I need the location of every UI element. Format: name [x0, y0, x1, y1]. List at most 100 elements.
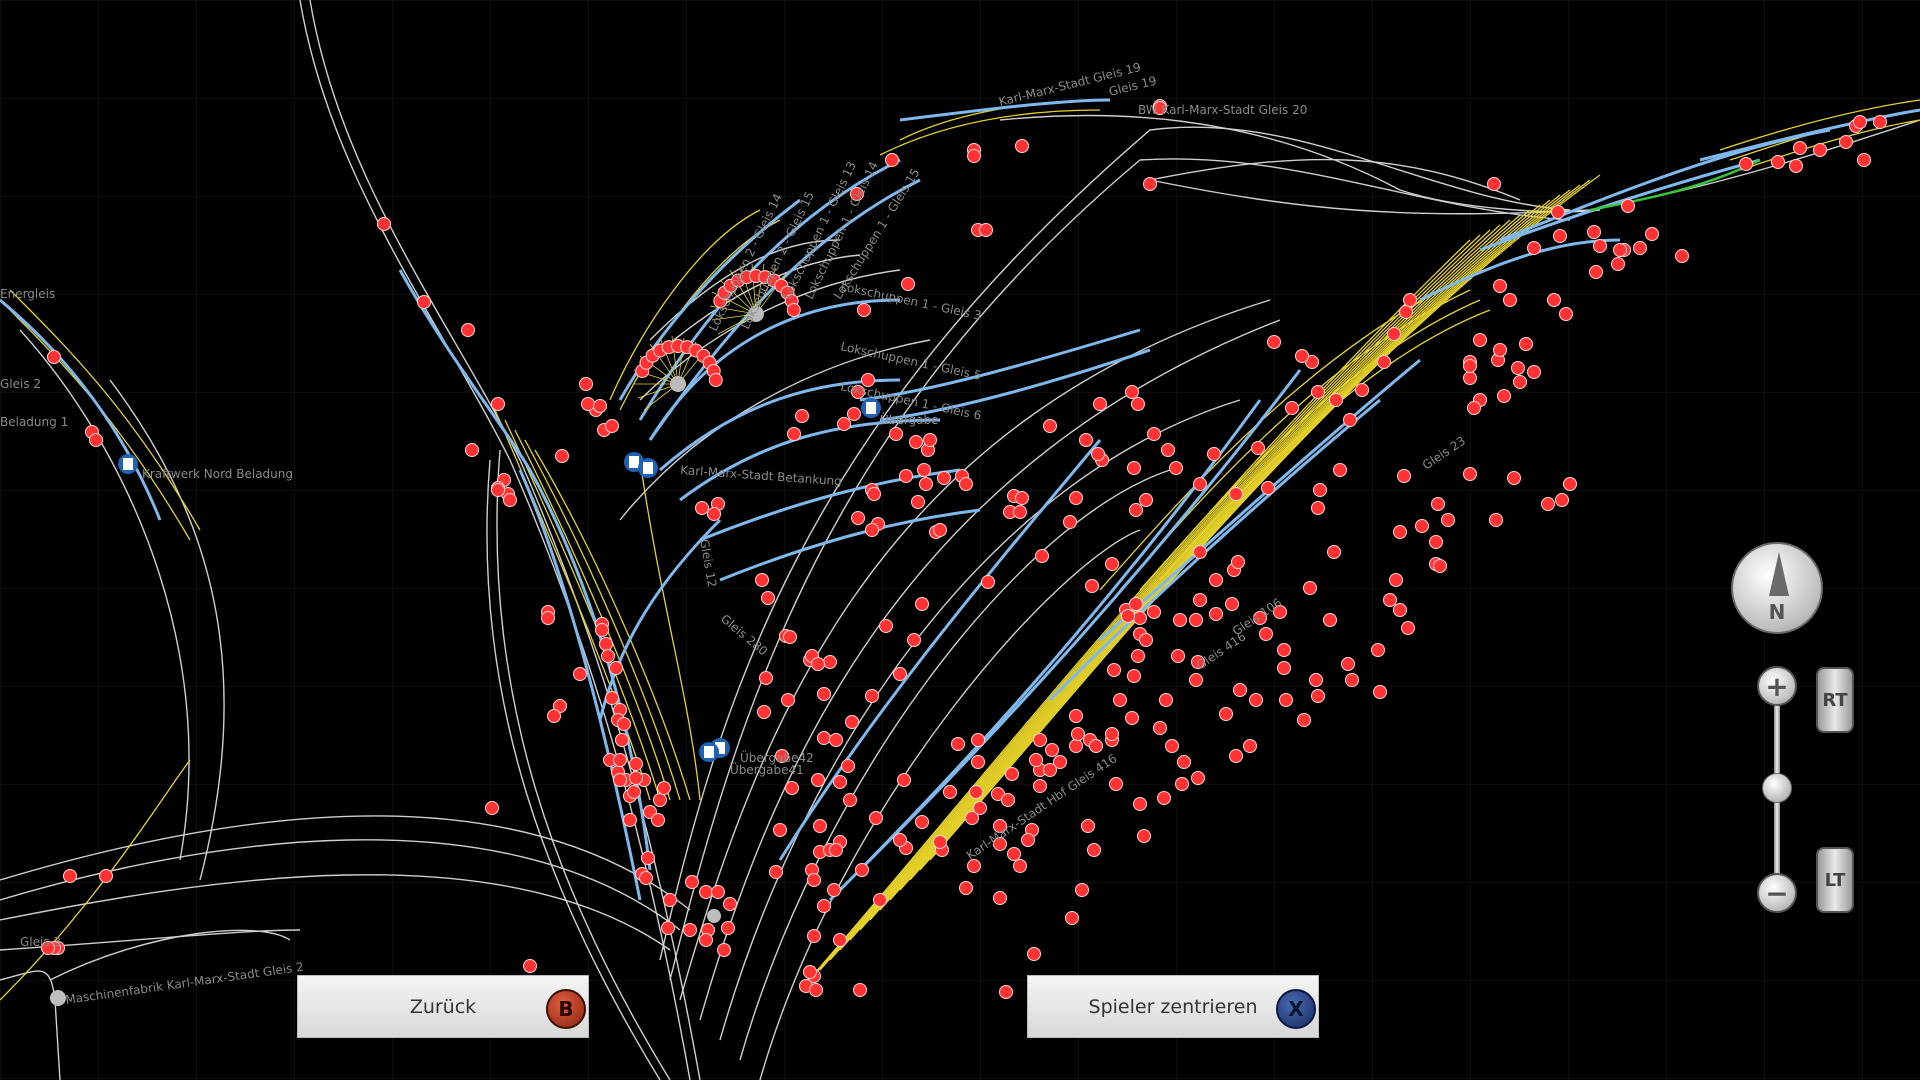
switch-marker — [707, 909, 721, 923]
signal-marker — [1143, 177, 1157, 191]
station-icon[interactable] — [638, 458, 658, 478]
signal-marker — [1295, 349, 1309, 363]
signal-marker — [909, 435, 923, 449]
signal-marker — [1589, 265, 1603, 279]
signal-marker — [1473, 333, 1487, 347]
signal-marker — [1279, 693, 1293, 707]
signal-marker — [1033, 733, 1047, 747]
signal-marker — [1175, 777, 1189, 791]
signal-marker — [993, 891, 1007, 905]
signal-marker — [1397, 469, 1411, 483]
signal-marker — [1487, 177, 1501, 191]
signal-marker — [915, 597, 929, 611]
plus-icon[interactable]: + — [1757, 666, 1797, 706]
signal-marker — [1013, 505, 1027, 519]
back-button[interactable]: Zurück B — [297, 975, 589, 1038]
signal-marker — [1021, 833, 1035, 847]
signal-marker — [627, 785, 641, 799]
signal-marker — [1127, 461, 1141, 475]
signal-marker — [1043, 419, 1057, 433]
signal-marker — [1633, 241, 1647, 255]
track-label: Energleis — [0, 287, 55, 301]
signal-marker — [1593, 239, 1607, 253]
signal-marker — [1371, 643, 1385, 657]
signal-marker — [1329, 393, 1343, 407]
signal-marker — [661, 921, 675, 935]
signal-marker — [695, 501, 709, 515]
signal-marker — [1355, 383, 1369, 397]
signal-marker — [1399, 305, 1413, 319]
signal-marker — [1277, 643, 1291, 657]
signal-marker — [967, 859, 981, 873]
signal-marker — [1519, 337, 1533, 351]
signal-marker — [613, 773, 627, 787]
signal-marker — [1383, 593, 1397, 607]
signal-marker — [971, 755, 985, 769]
signal-marker — [1121, 609, 1135, 623]
signal-marker — [1189, 613, 1203, 627]
rt-trigger-icon: RT — [1816, 667, 1854, 733]
signal-marker — [901, 277, 915, 291]
signal-marker — [1313, 483, 1327, 497]
track-label: Kraftwerk Nord Beladung — [142, 467, 293, 481]
signal-marker — [1113, 693, 1127, 707]
signal-marker — [1069, 739, 1083, 753]
signal-marker — [919, 477, 933, 491]
signal-marker — [1839, 135, 1853, 149]
signal-marker — [1393, 525, 1407, 539]
signal-marker — [1675, 249, 1689, 263]
rail-map[interactable]: BW Karl-Marx-Stadt Gleis 20 Karl-Marx-St… — [0, 0, 1920, 1080]
signal-marker — [847, 407, 861, 421]
signal-marker — [829, 843, 843, 857]
signal-marker — [1087, 843, 1101, 857]
signal-marker — [915, 815, 929, 829]
signal-marker — [1131, 649, 1145, 663]
signal-marker — [601, 649, 615, 663]
signal-marker — [885, 153, 899, 167]
signal-marker — [1873, 115, 1887, 129]
signal-marker — [1613, 243, 1627, 257]
center-player-button[interactable]: Spieler zentrieren X — [1027, 975, 1319, 1038]
signal-marker — [1139, 633, 1153, 647]
signal-marker — [89, 433, 103, 447]
signal-marker — [1403, 293, 1417, 307]
signal-marker — [833, 933, 847, 947]
signal-marker — [1373, 685, 1387, 699]
signal-marker — [755, 573, 769, 587]
signal-marker — [1333, 463, 1347, 477]
signal-marker — [615, 733, 629, 747]
signal-marker — [717, 943, 731, 957]
compass-icon[interactable]: N — [1731, 542, 1823, 634]
signal-marker — [1231, 555, 1245, 569]
signal-marker — [969, 785, 983, 799]
signal-marker — [837, 417, 851, 431]
minus-icon[interactable]: − — [1757, 873, 1797, 913]
signal-marker — [547, 709, 561, 723]
signal-marker — [465, 443, 479, 457]
signal-marker — [795, 409, 809, 423]
signal-marker — [1311, 501, 1325, 515]
signal-marker — [1813, 143, 1827, 157]
compass-label: N — [1768, 600, 1786, 624]
signal-marker — [959, 477, 973, 491]
signal-marker — [1015, 491, 1029, 505]
signal-marker — [1105, 727, 1119, 741]
signal-marker — [1249, 693, 1263, 707]
signal-marker — [817, 731, 831, 745]
signal-marker — [761, 591, 775, 605]
station-icon[interactable] — [118, 454, 138, 474]
signal-marker — [1789, 159, 1803, 173]
signal-marker — [981, 575, 995, 589]
signal-marker — [1005, 767, 1019, 781]
track-label: Gleis 2 — [0, 377, 41, 391]
zoom-slider-handle[interactable] — [1762, 773, 1792, 803]
signal-marker — [853, 983, 867, 997]
signal-marker — [1415, 519, 1429, 533]
signal-marker — [1771, 155, 1785, 169]
signal-marker — [1251, 441, 1265, 455]
signal-marker — [857, 303, 871, 317]
signal-marker — [623, 813, 637, 827]
station-icon[interactable] — [699, 742, 719, 762]
signal-marker — [1027, 947, 1041, 961]
signal-marker — [781, 693, 795, 707]
